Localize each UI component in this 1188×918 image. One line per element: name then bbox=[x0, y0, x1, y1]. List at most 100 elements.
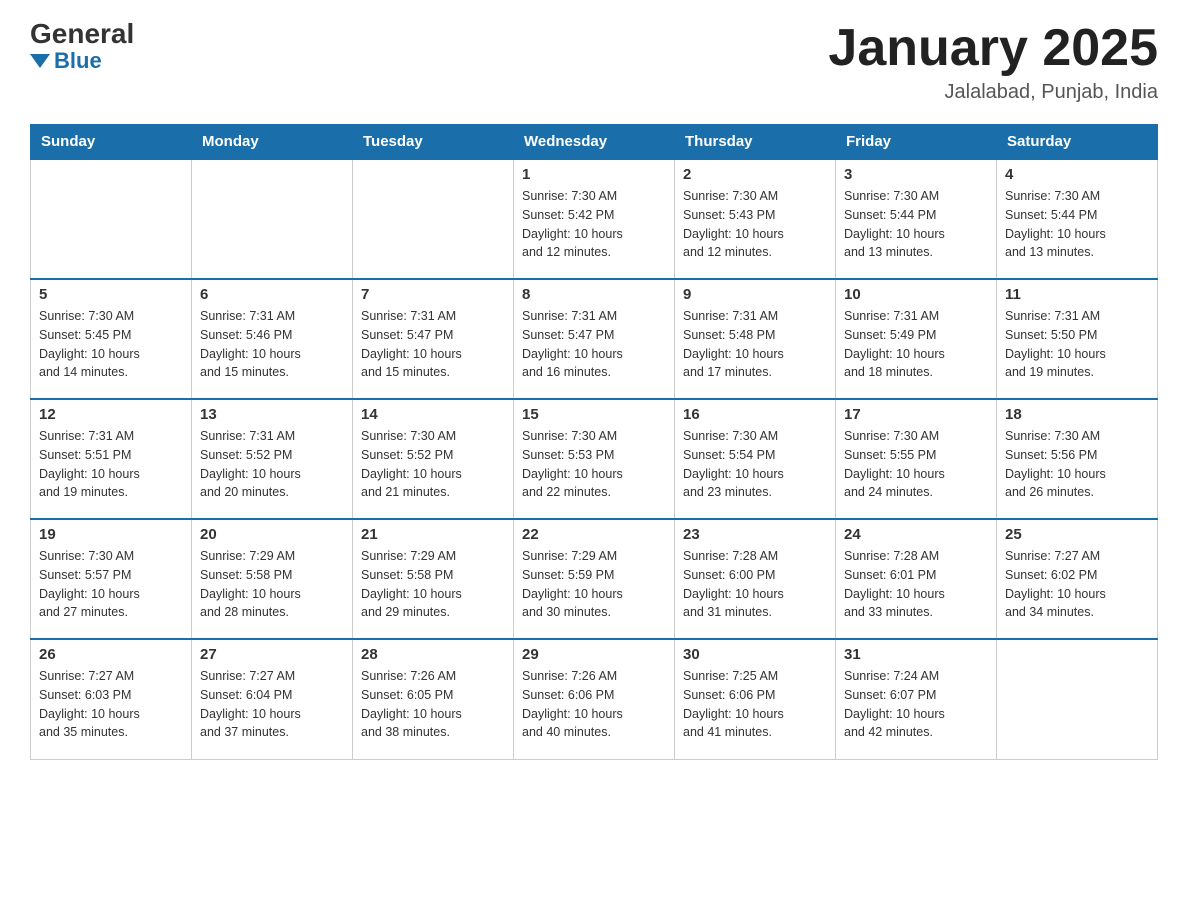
day-number: 31 bbox=[844, 646, 988, 663]
day-cell: 24 Sunrise: 7:28 AM Sunset: 6:01 PM Dayli… bbox=[836, 519, 997, 639]
day-cell: 19 Sunrise: 7:30 AM Sunset: 5:57 PM Dayli… bbox=[31, 519, 192, 639]
day-info: Sunrise: 7:28 AM Sunset: 6:01 PM Dayligh… bbox=[844, 547, 988, 622]
day-number: 7 bbox=[361, 286, 505, 303]
day-cell: 26 Sunrise: 7:27 AM Sunset: 6:03 PM Dayli… bbox=[31, 639, 192, 759]
week-row-4: 26 Sunrise: 7:27 AM Sunset: 6:03 PM Dayli… bbox=[31, 639, 1158, 759]
day-number: 4 bbox=[1005, 166, 1149, 183]
day-number: 16 bbox=[683, 406, 827, 423]
calendar-header: SundayMondayTuesdayWednesdayThursdayFrid… bbox=[31, 125, 1158, 160]
day-cell: 27 Sunrise: 7:27 AM Sunset: 6:04 PM Dayli… bbox=[192, 639, 353, 759]
day-number: 28 bbox=[361, 646, 505, 663]
day-number: 11 bbox=[1005, 286, 1149, 303]
header-cell-monday: Monday bbox=[192, 125, 353, 160]
day-info: Sunrise: 7:26 AM Sunset: 6:05 PM Dayligh… bbox=[361, 667, 505, 742]
calendar-subtitle: Jalalabad, Punjab, India bbox=[828, 81, 1158, 104]
day-cell: 21Sunrise: 7:29 AM Sunset: 5:58 PM Dayli… bbox=[353, 519, 514, 639]
day-info: Sunrise: 7:27 AM Sunset: 6:02 PM Dayligh… bbox=[1005, 547, 1149, 622]
day-cell: 4Sunrise: 7:30 AM Sunset: 5:44 PM Daylig… bbox=[997, 159, 1158, 279]
day-info: Sunrise: 7:27 AM Sunset: 6:04 PM Dayligh… bbox=[200, 667, 344, 742]
day-cell: 28 Sunrise: 7:26 AM Sunset: 6:05 PM Dayli… bbox=[353, 639, 514, 759]
day-cell: 23Sunrise: 7:28 AM Sunset: 6:00 PM Dayli… bbox=[675, 519, 836, 639]
day-info: Sunrise: 7:30 AM Sunset: 5:43 PM Dayligh… bbox=[683, 187, 827, 262]
day-number: 15 bbox=[522, 406, 666, 423]
day-number: 18 bbox=[1005, 406, 1149, 423]
day-info: Sunrise: 7:30 AM Sunset: 5:55 PM Dayligh… bbox=[844, 427, 988, 502]
day-info: Sunrise: 7:31 AM Sunset: 5:50 PM Dayligh… bbox=[1005, 307, 1149, 382]
logo-triangle-icon bbox=[30, 54, 50, 68]
header-cell-tuesday: Tuesday bbox=[353, 125, 514, 160]
day-number: 6 bbox=[200, 286, 344, 303]
day-number: 3 bbox=[844, 166, 988, 183]
day-info: Sunrise: 7:29 AM Sunset: 5:58 PM Dayligh… bbox=[200, 547, 344, 622]
day-cell: 11 Sunrise: 7:31 AM Sunset: 5:50 PM Dayli… bbox=[997, 279, 1158, 399]
day-info: Sunrise: 7:31 AM Sunset: 5:46 PM Dayligh… bbox=[200, 307, 344, 382]
day-cell: 13Sunrise: 7:31 AM Sunset: 5:52 PM Dayli… bbox=[192, 399, 353, 519]
day-info: Sunrise: 7:30 AM Sunset: 5:44 PM Dayligh… bbox=[844, 187, 988, 262]
day-info: Sunrise: 7:31 AM Sunset: 5:49 PM Dayligh… bbox=[844, 307, 988, 382]
header-cell-thursday: Thursday bbox=[675, 125, 836, 160]
day-cell: 9 Sunrise: 7:31 AM Sunset: 5:48 PM Daylig… bbox=[675, 279, 836, 399]
logo-blue-text: Blue bbox=[30, 48, 102, 74]
day-cell: 31 Sunrise: 7:24 AM Sunset: 6:07 PM Dayli… bbox=[836, 639, 997, 759]
day-number: 8 bbox=[522, 286, 666, 303]
day-info: Sunrise: 7:24 AM Sunset: 6:07 PM Dayligh… bbox=[844, 667, 988, 742]
header-cell-saturday: Saturday bbox=[997, 125, 1158, 160]
day-number: 24 bbox=[844, 526, 988, 543]
day-number: 9 bbox=[683, 286, 827, 303]
day-info: Sunrise: 7:25 AM Sunset: 6:06 PM Dayligh… bbox=[683, 667, 827, 742]
day-cell: 15 Sunrise: 7:30 AM Sunset: 5:53 PM Dayli… bbox=[514, 399, 675, 519]
day-cell: 25 Sunrise: 7:27 AM Sunset: 6:02 PM Dayli… bbox=[997, 519, 1158, 639]
day-number: 26 bbox=[39, 646, 183, 663]
day-cell bbox=[192, 159, 353, 279]
day-info: Sunrise: 7:30 AM Sunset: 5:45 PM Dayligh… bbox=[39, 307, 183, 382]
day-info: Sunrise: 7:26 AM Sunset: 6:06 PM Dayligh… bbox=[522, 667, 666, 742]
day-info: Sunrise: 7:30 AM Sunset: 5:52 PM Dayligh… bbox=[361, 427, 505, 502]
day-info: Sunrise: 7:30 AM Sunset: 5:42 PM Dayligh… bbox=[522, 187, 666, 262]
day-info: Sunrise: 7:29 AM Sunset: 5:59 PM Dayligh… bbox=[522, 547, 666, 622]
day-number: 10 bbox=[844, 286, 988, 303]
day-info: Sunrise: 7:31 AM Sunset: 5:52 PM Dayligh… bbox=[200, 427, 344, 502]
day-number: 27 bbox=[200, 646, 344, 663]
day-number: 1 bbox=[522, 166, 666, 183]
day-info: Sunrise: 7:30 AM Sunset: 5:54 PM Dayligh… bbox=[683, 427, 827, 502]
day-cell: 29Sunrise: 7:26 AM Sunset: 6:06 PM Dayli… bbox=[514, 639, 675, 759]
day-cell: 2Sunrise: 7:30 AM Sunset: 5:43 PM Daylig… bbox=[675, 159, 836, 279]
day-cell: 14 Sunrise: 7:30 AM Sunset: 5:52 PM Dayli… bbox=[353, 399, 514, 519]
header-cell-wednesday: Wednesday bbox=[514, 125, 675, 160]
day-info: Sunrise: 7:30 AM Sunset: 5:53 PM Dayligh… bbox=[522, 427, 666, 502]
day-cell: 5 Sunrise: 7:30 AM Sunset: 5:45 PM Daylig… bbox=[31, 279, 192, 399]
day-cell: 20 Sunrise: 7:29 AM Sunset: 5:58 PM Dayli… bbox=[192, 519, 353, 639]
day-number: 30 bbox=[683, 646, 827, 663]
week-row-1: 5 Sunrise: 7:30 AM Sunset: 5:45 PM Daylig… bbox=[31, 279, 1158, 399]
day-cell: 10 Sunrise: 7:31 AM Sunset: 5:49 PM Dayli… bbox=[836, 279, 997, 399]
calendar-title: January 2025 bbox=[828, 20, 1158, 77]
day-number: 17 bbox=[844, 406, 988, 423]
day-number: 12 bbox=[39, 406, 183, 423]
day-number: 20 bbox=[200, 526, 344, 543]
day-cell: 17 Sunrise: 7:30 AM Sunset: 5:55 PM Dayli… bbox=[836, 399, 997, 519]
day-info: Sunrise: 7:31 AM Sunset: 5:48 PM Dayligh… bbox=[683, 307, 827, 382]
day-number: 5 bbox=[39, 286, 183, 303]
day-info: Sunrise: 7:29 AM Sunset: 5:58 PM Dayligh… bbox=[361, 547, 505, 622]
day-cell: 6 Sunrise: 7:31 AM Sunset: 5:46 PM Daylig… bbox=[192, 279, 353, 399]
day-info: Sunrise: 7:31 AM Sunset: 5:47 PM Dayligh… bbox=[522, 307, 666, 382]
header-cell-friday: Friday bbox=[836, 125, 997, 160]
day-info: Sunrise: 7:27 AM Sunset: 6:03 PM Dayligh… bbox=[39, 667, 183, 742]
week-row-3: 19 Sunrise: 7:30 AM Sunset: 5:57 PM Dayli… bbox=[31, 519, 1158, 639]
header-cell-sunday: Sunday bbox=[31, 125, 192, 160]
day-number: 22 bbox=[522, 526, 666, 543]
calendar-body: 1 Sunrise: 7:30 AM Sunset: 5:42 PM Daylig… bbox=[31, 159, 1158, 759]
day-info: Sunrise: 7:30 AM Sunset: 5:57 PM Dayligh… bbox=[39, 547, 183, 622]
day-number: 14 bbox=[361, 406, 505, 423]
day-number: 25 bbox=[1005, 526, 1149, 543]
day-info: Sunrise: 7:28 AM Sunset: 6:00 PM Dayligh… bbox=[683, 547, 827, 622]
day-cell: 18Sunrise: 7:30 AM Sunset: 5:56 PM Dayli… bbox=[997, 399, 1158, 519]
day-cell: 3 Sunrise: 7:30 AM Sunset: 5:44 PM Daylig… bbox=[836, 159, 997, 279]
header-row: SundayMondayTuesdayWednesdayThursdayFrid… bbox=[31, 125, 1158, 160]
day-cell bbox=[353, 159, 514, 279]
calendar-table: SundayMondayTuesdayWednesdayThursdayFrid… bbox=[30, 124, 1158, 760]
page-header: General Blue January 2025 Jalalabad, Pun… bbox=[30, 20, 1158, 104]
day-number: 19 bbox=[39, 526, 183, 543]
week-row-0: 1 Sunrise: 7:30 AM Sunset: 5:42 PM Daylig… bbox=[31, 159, 1158, 279]
day-cell: 1 Sunrise: 7:30 AM Sunset: 5:42 PM Daylig… bbox=[514, 159, 675, 279]
